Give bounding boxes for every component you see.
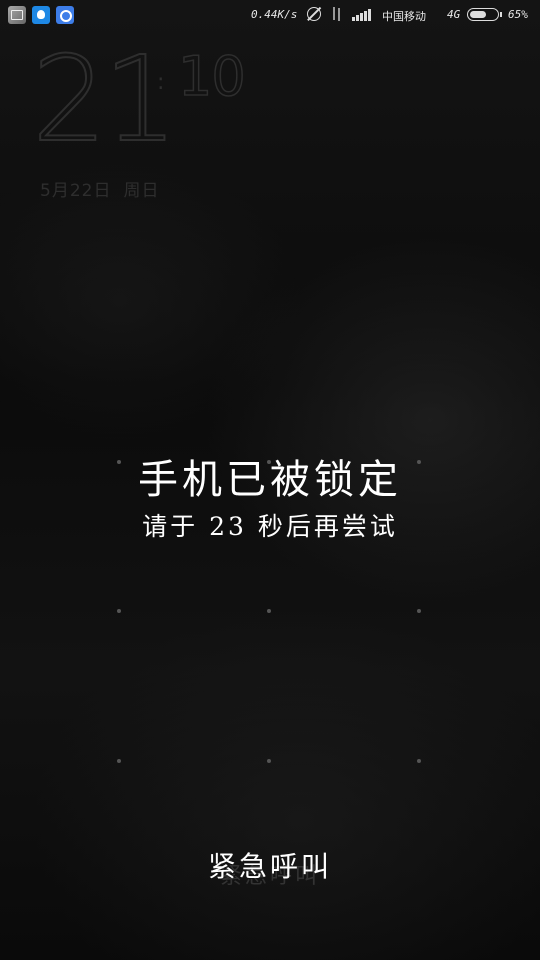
clock-minutes: 10: [177, 45, 246, 108]
pattern-dot[interactable]: [267, 609, 271, 613]
browser-icon: [56, 6, 74, 24]
weekday: 周日: [123, 181, 160, 201]
alarm-off-icon: [307, 7, 321, 21]
lock-title: 手机已被锁定: [138, 457, 402, 503]
clock-hours: 21: [31, 30, 179, 168]
pattern-dot[interactable]: [117, 609, 121, 613]
data-arrows-icon: [331, 7, 343, 21]
lock-countdown: 请于 23 秒后再尝试: [142, 512, 398, 541]
pattern-dot[interactable]: [417, 609, 421, 613]
pattern-dot[interactable]: [117, 759, 121, 763]
date: 5月22日: [40, 181, 112, 201]
pattern-dot[interactable]: [267, 759, 271, 763]
carrier-name: 中国移动: [382, 10, 426, 23]
app-icon: [32, 6, 50, 24]
gallery-icon: [8, 6, 26, 24]
date-line: 5月22日 周日: [40, 176, 159, 201]
battery-level: [470, 11, 486, 18]
network-speed: 0.44K/s: [251, 8, 298, 21]
signal-icon: [352, 8, 372, 21]
clock-colon: :: [157, 70, 165, 95]
emergency-call-button[interactable]: 紧急呼叫: [170, 845, 370, 889]
battery-percent: 65%: [508, 8, 528, 21]
battery-icon: [467, 8, 502, 21]
network-type: 4G: [447, 8, 461, 21]
status-bar: 0.44K/s 中国移动 4G 65%: [0, 0, 540, 30]
pattern-dot[interactable]: [417, 759, 421, 763]
